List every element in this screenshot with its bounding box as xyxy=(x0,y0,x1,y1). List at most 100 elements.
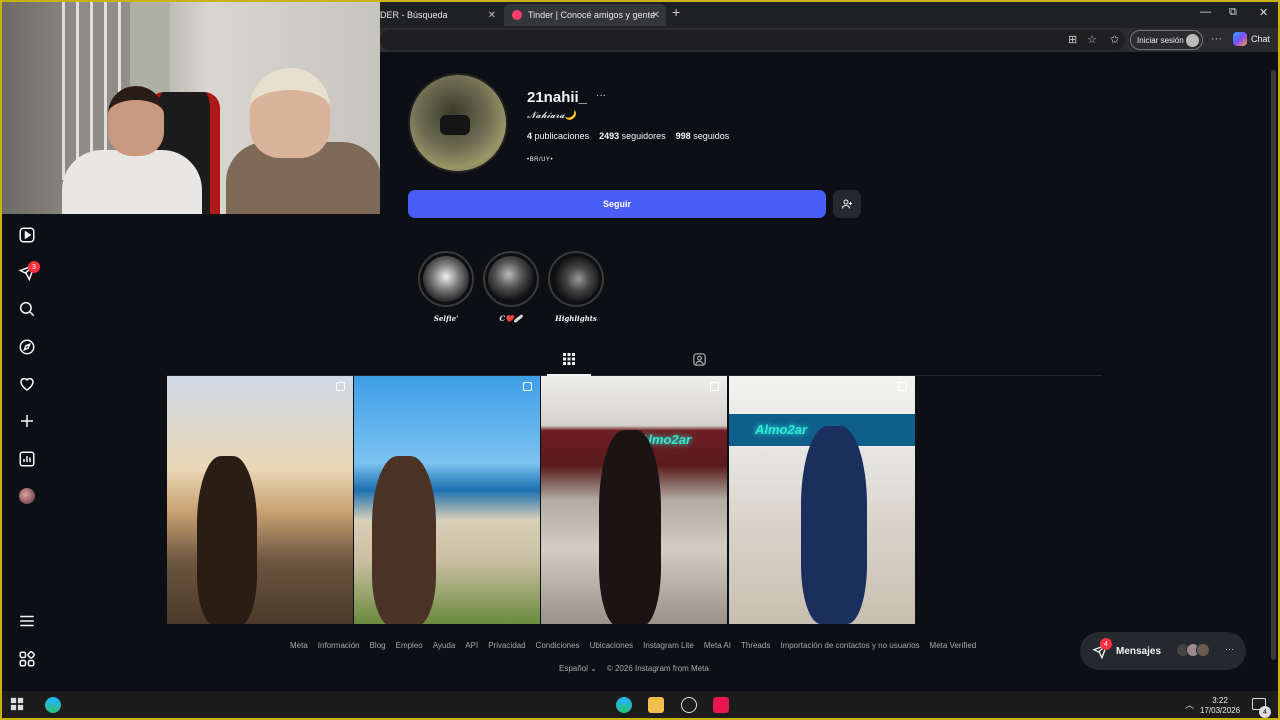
footer-link[interactable]: Ayuda xyxy=(433,641,456,650)
multiple-photos-icon xyxy=(523,382,532,391)
footer-link[interactable]: Información xyxy=(318,641,360,650)
apps-grid-icon[interactable] xyxy=(18,650,36,668)
footer-link[interactable]: Instagram Lite xyxy=(643,641,694,650)
copilot-chat-button[interactable]: Chat xyxy=(1233,32,1270,46)
signin-button[interactable]: Iniciar sesión xyxy=(1130,30,1203,50)
footer-link[interactable]: Ubicaciones xyxy=(590,641,634,650)
language-label: Español xyxy=(559,664,588,673)
following-stat[interactable]: 998 seguidos xyxy=(676,131,730,141)
post-figure xyxy=(801,426,867,624)
windows-taskbar xyxy=(0,691,1280,720)
notifications-heart-icon[interactable] xyxy=(18,375,36,393)
multiple-photos-icon xyxy=(336,382,345,391)
post-tile[interactable] xyxy=(354,376,540,624)
footer-link[interactable]: Meta Verified xyxy=(930,641,977,650)
windows-start-icon[interactable] xyxy=(10,697,26,713)
signin-label: Iniciar sesión xyxy=(1137,35,1184,45)
edge-taskbar-icon[interactable] xyxy=(616,697,632,713)
tab-close-icon[interactable]: ✕ xyxy=(652,10,660,21)
suggested-accounts-button[interactable] xyxy=(833,190,861,218)
direct-message-icon: 4 xyxy=(1092,638,1112,660)
footer-link[interactable]: Condiciones xyxy=(536,641,580,650)
footer-meta: Español ⌄ © 2026 Instagram from Meta xyxy=(559,664,709,673)
footer-link[interactable]: Blog xyxy=(370,641,386,650)
dashboard-icon[interactable] xyxy=(18,450,36,468)
posts-grid-tab[interactable] xyxy=(562,352,576,366)
multiple-photos-icon xyxy=(710,382,719,391)
notification-count: 4 xyxy=(1259,706,1271,718)
post-tile[interactable]: Almo2ar xyxy=(729,376,915,624)
footer-link[interactable]: Empleo xyxy=(396,641,423,650)
chat-label: Chat xyxy=(1251,34,1271,44)
person-right-head xyxy=(250,68,330,158)
posts-stat: 4 publicaciones xyxy=(527,131,589,141)
minimize-button[interactable]: — xyxy=(1200,6,1211,18)
explore-icon[interactable] xyxy=(18,338,36,356)
neon-sign: Almo2ar xyxy=(755,422,808,437)
profile-avatar[interactable] xyxy=(408,73,508,173)
profile-options-icon[interactable]: ··· xyxy=(596,90,606,101)
more-menu-icon[interactable]: ··· xyxy=(1211,33,1222,45)
obs-icon[interactable] xyxy=(681,697,697,713)
footer-link[interactable]: API xyxy=(465,641,478,650)
recent-chats-avatars xyxy=(1176,643,1210,657)
profile-avatar-icon xyxy=(1186,34,1199,47)
highlight-label: 𝑯𝒊𝒈𝒉𝒍𝒊𝒈𝒉𝒕𝒔 xyxy=(555,314,597,323)
footer-link[interactable]: Threads xyxy=(741,641,770,650)
grid-icon xyxy=(563,353,575,365)
following-count: 998 xyxy=(675,131,691,141)
create-plus-icon[interactable] xyxy=(18,412,36,430)
add-person-icon xyxy=(842,199,852,209)
close-window-button[interactable]: ✕ xyxy=(1259,6,1268,19)
following-label: seguidos xyxy=(693,131,730,141)
footer-links: Meta Información Blog Empleo Ayuda API P… xyxy=(290,641,976,650)
highlight-highlights[interactable] xyxy=(548,251,604,307)
person-left-body xyxy=(62,150,202,214)
edge-icon[interactable] xyxy=(45,697,61,713)
file-explorer-icon[interactable] xyxy=(648,697,664,713)
tiktok-icon[interactable] xyxy=(713,697,729,713)
tagged-person-icon xyxy=(693,353,706,366)
profile-fullname: 𝓝𝓪𝓱𝓲𝓪𝓻𝓪🌙 xyxy=(527,111,576,121)
chevron-down-icon: ⌄ xyxy=(590,664,597,673)
tab-search[interactable]: DER - Búsqueda ✕ xyxy=(372,4,502,26)
footer-link[interactable]: Meta AI xyxy=(704,641,731,650)
avatar xyxy=(1196,643,1210,657)
taskbar-clock[interactable]: 3:22 17/03/2026 xyxy=(1200,696,1240,716)
footer-link[interactable]: Importación de contactos y no usuarios xyxy=(780,641,919,650)
highlight-selfie[interactable] xyxy=(418,251,474,307)
footer-link[interactable]: Privacidad xyxy=(488,641,525,650)
tab-close-icon[interactable]: ✕ xyxy=(488,10,496,21)
search-icon[interactable] xyxy=(18,300,36,318)
split-screen-icon[interactable]: ⊞ xyxy=(1068,33,1077,46)
footer-link[interactable]: Meta xyxy=(290,641,308,650)
post-tile[interactable]: Almo2ar xyxy=(541,376,727,624)
reels-icon[interactable] xyxy=(18,226,36,244)
post-figure xyxy=(599,430,661,624)
clock-time: 3:22 xyxy=(1212,696,1228,705)
url-field[interactable] xyxy=(380,30,1125,50)
messages-pill-badge: 4 xyxy=(1100,638,1112,650)
favorite-star-icon[interactable]: ☆ xyxy=(1087,33,1097,46)
followers-stat[interactable]: 2493 seguidores xyxy=(599,131,666,141)
copyright: © 2026 Instagram from Meta xyxy=(606,664,709,673)
tray-chevron-icon[interactable]: ︿ xyxy=(1185,698,1194,711)
multiple-photos-icon xyxy=(898,382,907,391)
copilot-icon xyxy=(1233,32,1247,46)
menu-hamburger-icon[interactable] xyxy=(18,612,36,630)
profile-avatar-nav[interactable] xyxy=(19,488,35,504)
messages-pill[interactable]: 4 Mensajes ··· xyxy=(1080,632,1246,670)
scrollbar-thumb[interactable] xyxy=(1271,70,1276,660)
highlight-c[interactable] xyxy=(483,251,539,307)
profile-username: 21nahii_ xyxy=(527,89,588,106)
posts-label: publicaciones xyxy=(534,131,590,141)
post-figure xyxy=(372,456,436,624)
language-select[interactable]: Español ⌄ xyxy=(559,664,597,673)
new-tab-button[interactable]: + xyxy=(672,4,680,20)
post-tile[interactable] xyxy=(167,376,353,624)
tab-tinder[interactable]: Tinder | Conocé amigos y gente n ✕ xyxy=(504,4,666,26)
favorites-icon[interactable]: ✩ xyxy=(1110,33,1119,46)
maximize-button[interactable]: ⧉ xyxy=(1229,6,1237,19)
follow-button[interactable]: Seguir xyxy=(408,190,826,218)
tagged-tab[interactable] xyxy=(692,352,707,367)
